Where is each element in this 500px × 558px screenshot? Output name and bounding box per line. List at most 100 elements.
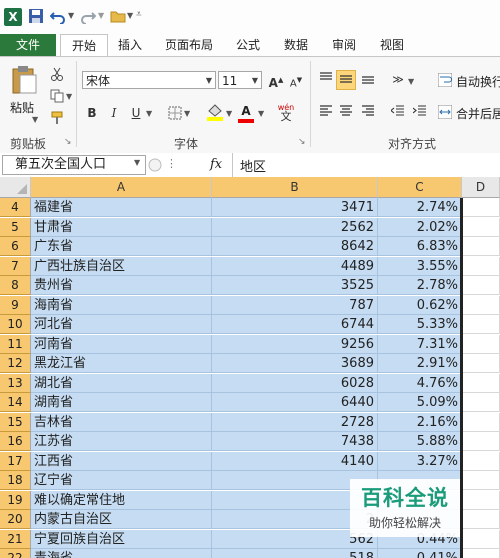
clipboard-launcher-icon[interactable]: ↘: [64, 137, 72, 147]
orientation-dropdown-icon[interactable]: ▼: [408, 77, 414, 86]
cell-percent[interactable]: 3.55%: [378, 257, 462, 276]
cell-percent[interactable]: 5.33%: [378, 315, 462, 334]
italic-button[interactable]: I: [104, 103, 124, 123]
underline-button[interactable]: U: [126, 103, 146, 123]
cell-count[interactable]: 787: [212, 296, 378, 315]
cut-icon[interactable]: [50, 67, 64, 81]
cell-region[interactable]: 湖南省: [31, 393, 212, 412]
cell-percent[interactable]: 2.78%: [378, 276, 462, 295]
tab-view[interactable]: 视图: [372, 34, 412, 56]
row-header[interactable]: 12: [0, 354, 31, 373]
increase-indent-button[interactable]: [410, 103, 430, 123]
row-header[interactable]: 14: [0, 393, 31, 412]
tab-page-layout[interactable]: 页面布局: [158, 34, 220, 56]
cell-count[interactable]: 6028: [212, 374, 378, 393]
underline-dropdown-icon[interactable]: ▼: [146, 109, 152, 118]
row-header[interactable]: 15: [0, 413, 31, 432]
cell-empty[interactable]: [462, 471, 500, 490]
save-icon[interactable]: [28, 8, 44, 24]
row-header[interactable]: 6: [0, 237, 31, 256]
cell-count[interactable]: 6440: [212, 393, 378, 412]
cell-region[interactable]: 湖北省: [31, 374, 212, 393]
align-top-button[interactable]: [316, 70, 336, 90]
cell-percent[interactable]: 2.02%: [378, 218, 462, 237]
cell-count[interactable]: 4140: [212, 452, 378, 471]
cell-percent[interactable]: 3.27%: [378, 452, 462, 471]
fill-color-dropdown-icon[interactable]: ▼: [226, 109, 232, 118]
cell-empty[interactable]: [462, 198, 500, 217]
cell-region[interactable]: 吉林省: [31, 413, 212, 432]
cell-empty[interactable]: [462, 530, 500, 549]
cell-region[interactable]: 难以确定常住地: [31, 491, 212, 510]
paste-icon[interactable]: [10, 65, 38, 95]
cell-count[interactable]: 2562: [212, 218, 378, 237]
cell-percent[interactable]: 2.91%: [378, 354, 462, 373]
format-painter-icon[interactable]: [50, 111, 64, 125]
cell-percent[interactable]: 0.41%: [378, 549, 462, 558]
shrink-font-button[interactable]: A▼: [286, 70, 306, 90]
wrap-text-icon[interactable]: [438, 73, 452, 87]
name-box[interactable]: 第五次全国人口: [2, 155, 146, 175]
tab-review[interactable]: 审阅: [324, 34, 364, 56]
cell-count[interactable]: 8642: [212, 237, 378, 256]
row-header[interactable]: 7: [0, 257, 31, 276]
row-header[interactable]: 8: [0, 276, 31, 295]
insert-function-button[interactable]: fx: [210, 157, 222, 172]
undo-icon[interactable]: [50, 8, 66, 24]
column-header-a[interactable]: A: [31, 177, 212, 198]
font-color-button[interactable]: A: [236, 101, 256, 121]
phonetic-guide-button[interactable]: wén 文: [276, 103, 296, 122]
cell-percent[interactable]: 5.09%: [378, 393, 462, 412]
cell-percent[interactable]: 0.62%: [378, 296, 462, 315]
cell-count[interactable]: 9256: [212, 335, 378, 354]
customize-toolbar-icon[interactable]: ⩡: [136, 9, 142, 20]
row-header[interactable]: 16: [0, 432, 31, 451]
row-header[interactable]: 21: [0, 530, 31, 549]
cell-region[interactable]: 广西壮族自治区: [31, 257, 212, 276]
row-header[interactable]: 17: [0, 452, 31, 471]
column-header-b[interactable]: B: [212, 177, 378, 198]
font-color-dropdown-icon[interactable]: ▼: [258, 109, 264, 118]
cell-count[interactable]: 3689: [212, 354, 378, 373]
cell-empty[interactable]: [462, 374, 500, 393]
cell-empty[interactable]: [462, 257, 500, 276]
cell-region[interactable]: 福建省: [31, 198, 212, 217]
column-header-c[interactable]: C: [378, 177, 462, 198]
cell-percent[interactable]: 6.83%: [378, 237, 462, 256]
undo-dropdown-icon[interactable]: ▼: [68, 11, 74, 20]
cell-region[interactable]: 河南省: [31, 335, 212, 354]
cell-region[interactable]: 河北省: [31, 315, 212, 334]
borders-dropdown-icon[interactable]: ▼: [184, 109, 190, 118]
cell-empty[interactable]: [462, 335, 500, 354]
cell-percent[interactable]: 4.76%: [378, 374, 462, 393]
paste-dropdown-icon[interactable]: ▼: [32, 115, 38, 124]
open-folder-icon[interactable]: [110, 8, 126, 24]
align-center-button[interactable]: [336, 103, 356, 123]
merge-center-button[interactable]: 合并后居: [456, 105, 500, 122]
cell-percent[interactable]: 7.31%: [378, 335, 462, 354]
redo-icon[interactable]: [80, 8, 96, 24]
cell-count[interactable]: 3525: [212, 276, 378, 295]
row-header[interactable]: 10: [0, 315, 31, 334]
row-header[interactable]: 22: [0, 549, 31, 558]
cell-count[interactable]: 518: [212, 549, 378, 558]
align-middle-button[interactable]: [336, 70, 356, 90]
row-header[interactable]: 18: [0, 471, 31, 490]
font-size-select[interactable]: 11 ▼: [218, 71, 262, 89]
align-bottom-button[interactable]: [358, 70, 378, 90]
cell-empty[interactable]: [462, 452, 500, 471]
tab-data[interactable]: 数据: [276, 34, 316, 56]
cell-count[interactable]: 4489: [212, 257, 378, 276]
merge-center-icon[interactable]: [438, 105, 452, 119]
font-family-select[interactable]: 宋体 ▼: [82, 71, 216, 89]
cell-empty[interactable]: [462, 510, 500, 529]
cell-region[interactable]: 内蒙古自治区: [31, 510, 212, 529]
copy-icon[interactable]: [50, 89, 64, 103]
cell-empty[interactable]: [462, 413, 500, 432]
cell-region[interactable]: 黑龙江省: [31, 354, 212, 373]
row-header[interactable]: 5: [0, 218, 31, 237]
cell-region[interactable]: 青海省: [31, 549, 212, 558]
row-header[interactable]: 13: [0, 374, 31, 393]
tab-home[interactable]: 开始: [60, 34, 108, 58]
select-all-corner[interactable]: [0, 177, 31, 198]
